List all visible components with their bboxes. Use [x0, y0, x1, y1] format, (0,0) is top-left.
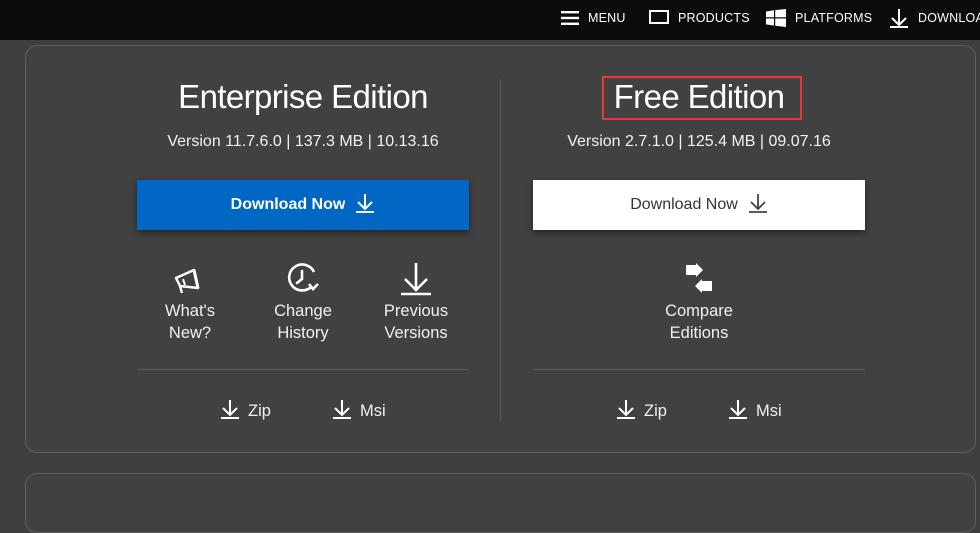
compare-arrows-icon [649, 258, 749, 296]
enterprise-download-button[interactable]: Download Now [137, 180, 469, 230]
compare-editions-link[interactable]: Compare Editions [649, 258, 749, 344]
whats-new-link[interactable]: What's New? [140, 258, 240, 344]
lower-card [25, 473, 976, 533]
change-history-line1: Change [274, 302, 332, 320]
download-arrow-icon [728, 399, 748, 424]
enterprise-zip-link[interactable]: Zip [220, 399, 271, 424]
enterprise-msi-label: Msi [360, 402, 386, 420]
free-download-button[interactable]: Download Now [533, 180, 865, 230]
enterprise-msi-link[interactable]: Msi [332, 399, 386, 424]
whats-new-line1: What's [165, 302, 215, 320]
previous-versions-line2: Versions [384, 324, 448, 342]
nav-platforms-label: PLATFORMS [795, 11, 873, 25]
download-icon [889, 8, 909, 28]
free-msi-link[interactable]: Msi [728, 399, 782, 424]
enterprise-divider [137, 369, 469, 370]
compare-editions-line2: Editions [669, 324, 729, 342]
download-arrow-icon [748, 193, 768, 218]
history-clock-icon [253, 258, 353, 296]
free-divider [533, 369, 865, 370]
windows-icon [766, 9, 786, 27]
download-arrow-icon [332, 399, 352, 424]
download-arrow-icon [220, 399, 240, 424]
nav-menu[interactable]: MENU [561, 0, 626, 36]
download-arrow-icon [616, 399, 636, 424]
free-download-label: Download Now [630, 196, 738, 213]
megaphone-icon [140, 258, 240, 296]
free-zip-label: Zip [644, 402, 667, 420]
top-nav: MENU PRODUCTS PLATFORMS DOWNLOAD [0, 0, 980, 40]
whats-new-line2: New? [168, 324, 212, 342]
highlight-box [602, 76, 802, 120]
nav-products[interactable]: PRODUCTS [649, 0, 750, 36]
monitor-icon [649, 10, 669, 26]
enterprise-download-label: Download Now [230, 196, 346, 213]
nav-menu-label: MENU [588, 11, 626, 25]
previous-versions-line1: Previous [383, 302, 449, 320]
nav-products-label: PRODUCTS [678, 11, 750, 25]
nav-download-label: DOWNLOAD [918, 11, 980, 25]
change-history-line2: History [277, 324, 329, 342]
enterprise-zip-label: Zip [248, 402, 271, 420]
download-arrow-icon [366, 258, 466, 296]
free-msi-label: Msi [756, 402, 782, 420]
compare-editions-line1: Compare [665, 302, 733, 320]
change-history-link[interactable]: Change History [253, 258, 353, 344]
previous-versions-link[interactable]: Previous Versions [366, 258, 466, 344]
free-zip-link[interactable]: Zip [616, 399, 667, 424]
hamburger-icon [561, 11, 579, 25]
nav-download[interactable]: DOWNLOAD [889, 0, 980, 36]
column-divider [500, 79, 501, 421]
nav-platforms[interactable]: PLATFORMS [766, 0, 872, 36]
enterprise-title: Enterprise Edition [178, 78, 428, 115]
enterprise-version: Version 11.7.6.0 | 137.3 MB | 10.13.16 [167, 133, 439, 150]
download-arrow-icon [355, 193, 375, 218]
free-version: Version 2.7.1.0 | 125.4 MB | 09.07.16 [567, 133, 831, 150]
